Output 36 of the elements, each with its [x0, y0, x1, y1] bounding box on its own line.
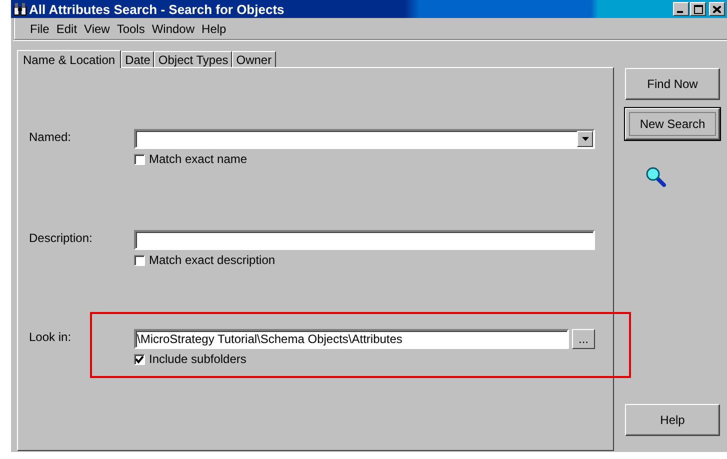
- help-button[interactable]: Help: [625, 404, 720, 436]
- window-title: All Attributes Search - Search for Objects: [29, 2, 286, 16]
- close-button[interactable]: [709, 2, 725, 16]
- text-field[interactable]: [134, 230, 595, 250]
- menu-item[interactable]: Edit: [56, 22, 78, 36]
- menu-item[interactable]: Help: [202, 22, 226, 36]
- menu-item[interactable]: File: [30, 22, 50, 36]
- checkbox[interactable]: [134, 154, 145, 164]
- checkbox[interactable]: [134, 254, 145, 266]
- search-icon: [645, 166, 667, 188]
- tab[interactable]: Date: [121, 51, 154, 67]
- dropdown-field[interactable]: [134, 129, 595, 149]
- maximize-icon: [694, 4, 702, 14]
- minimize-button[interactable]: [673, 2, 689, 16]
- caret-icon: [582, 137, 588, 141]
- text-field[interactable]: \MicroStrategy Tutorial\Schema Objects\Attributes: [134, 329, 569, 349]
- browse-button[interactable]: ...: [572, 329, 595, 349]
- menu-item[interactable]: Window: [152, 22, 195, 36]
- tab[interactable]: Object Types: [154, 51, 232, 67]
- checkbox[interactable]: [134, 354, 145, 364]
- tab[interactable]: Name & Location: [17, 50, 122, 68]
- tab[interactable]: Owner: [232, 51, 276, 67]
- checkbox-label: Match exact description: [149, 253, 276, 267]
- close-icon: [713, 6, 721, 12]
- field-label: Named:: [28, 130, 72, 144]
- push-button[interactable]: New Search: [625, 108, 720, 140]
- maximize-button[interactable]: [690, 2, 706, 16]
- binoculars-icon: [13, 2, 27, 16]
- dropdown-button[interactable]: [577, 131, 593, 147]
- checkbox-label: Match exact name: [149, 152, 248, 166]
- field-label: Description:: [28, 231, 94, 245]
- checkbox-label: Include subfolders: [149, 352, 246, 366]
- field-label: Look in:: [28, 330, 72, 344]
- menu-item[interactable]: Tools: [116, 22, 145, 36]
- menu-item[interactable]: View: [84, 22, 110, 36]
- push-button[interactable]: Find Now: [625, 68, 720, 100]
